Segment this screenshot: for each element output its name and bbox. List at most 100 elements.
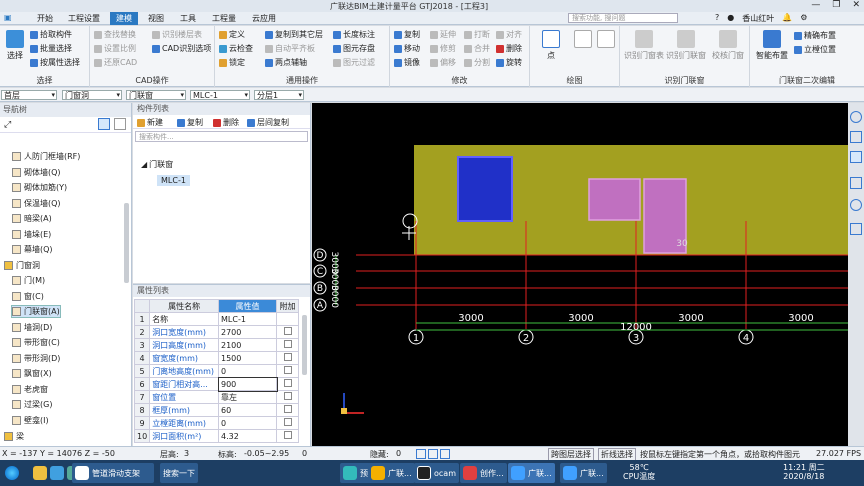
property-extra-checkbox[interactable]: [276, 377, 299, 391]
menu-view[interactable]: 视图: [148, 13, 164, 24]
type-select[interactable]: 门联窗: [126, 90, 186, 100]
zoom-extent-icon[interactable]: [850, 177, 862, 189]
nav-item[interactable]: 门联窗(A): [11, 305, 61, 318]
select-big-button[interactable]: 选择: [3, 30, 27, 61]
nav-item[interactable]: 门窗洞: [4, 260, 40, 271]
status-toggle-icons[interactable]: [416, 449, 450, 459]
set-scale-button[interactable]: 设置比例: [94, 43, 136, 54]
property-value[interactable]: 4.32: [218, 429, 277, 443]
property-value[interactable]: 900: [217, 376, 278, 392]
property-value[interactable]: 0: [218, 416, 277, 430]
list-view-icon[interactable]: [98, 118, 110, 130]
settings-icon[interactable]: ⚙: [800, 13, 807, 24]
property-value[interactable]: 1500: [218, 351, 277, 365]
property-extra-checkbox[interactable]: [276, 429, 299, 443]
recognize-floor-table-button[interactable]: 识别楼层表: [152, 29, 202, 40]
point-draw-button[interactable]: 点: [540, 30, 562, 61]
close-button[interactable]: ✕: [852, 0, 860, 10]
precise-place-button[interactable]: 精确布置: [794, 30, 836, 41]
split-button[interactable]: 分割: [464, 57, 490, 68]
property-row[interactable]: 8 框厚(mm) 60: [133, 403, 299, 417]
frame-position-button[interactable]: 立樘位置: [794, 44, 836, 55]
interfloor-copy-button[interactable]: 层间复制: [247, 117, 289, 128]
menu-cloud[interactable]: 云应用: [252, 13, 276, 24]
property-extra-checkbox[interactable]: [276, 364, 299, 378]
nav-item[interactable]: 过梁(G): [12, 399, 52, 410]
nav-item[interactable]: 老虎窗: [12, 384, 48, 395]
nav-item[interactable]: 梁: [4, 431, 24, 442]
minimize-button[interactable]: —: [811, 0, 820, 10]
nav-item[interactable]: 墙洞(D): [12, 322, 52, 333]
feature-search-input[interactable]: 搜索功能, 搜问题: [568, 13, 678, 23]
taskbar-gld-2[interactable]: 广联...: [508, 463, 555, 483]
delete-component-button[interactable]: 删除: [213, 117, 239, 128]
nav-item[interactable]: 保温墙(Q): [12, 198, 61, 209]
menu-tools[interactable]: 工具: [180, 13, 196, 24]
floor-select[interactable]: 首层: [1, 90, 57, 100]
property-value[interactable]: 0: [218, 364, 277, 378]
taskbar-create[interactable]: 创作...: [460, 463, 507, 483]
extend-button[interactable]: 延伸: [430, 29, 456, 40]
property-row[interactable]: 7 窗位置 靠左: [133, 390, 299, 404]
break-button[interactable]: 打断: [464, 29, 490, 40]
check-door-window-button[interactable]: 校核门窗: [708, 30, 748, 61]
property-extra-checkbox[interactable]: [276, 325, 299, 339]
element-filter-button[interactable]: 图元过滤: [333, 57, 375, 68]
menu-quantity[interactable]: 工程量: [212, 13, 236, 24]
copy-to-floor-button[interactable]: 复制到其它层: [265, 29, 323, 40]
drawing-canvas[interactable]: 30DDCCBBAA123453000300030003000120003000…: [312, 103, 864, 446]
recognize-door-window-button[interactable]: 识别门联窗: [666, 30, 706, 61]
lock-button[interactable]: 锁定: [219, 57, 245, 68]
category-select[interactable]: 门窗洞: [62, 90, 122, 100]
taskbar-search[interactable]: 搜索一下: [160, 463, 198, 483]
property-row[interactable]: 4 窗宽度(mm) 1500: [133, 351, 299, 365]
nav-item[interactable]: 砌体加筋(Y): [12, 182, 67, 193]
taskbar-gld-3[interactable]: 广联...: [560, 463, 607, 483]
taskbar-preview[interactable]: 预: [340, 463, 371, 483]
app-logo-icon[interactable]: ▣: [4, 13, 12, 22]
props-scrollbar[interactable]: [302, 315, 307, 375]
nav-item[interactable]: 砌体墙(Q): [12, 167, 61, 178]
merge-button[interactable]: 合并: [464, 43, 490, 54]
align-button[interactable]: 对齐: [496, 29, 522, 40]
nav-item[interactable]: 人防门框墙(RF): [12, 151, 80, 162]
mirror-button[interactable]: 镜像: [394, 57, 420, 68]
nav-item[interactable]: 带形洞(D): [12, 353, 60, 364]
tree-root[interactable]: ◢ 门联窗: [141, 159, 173, 170]
nav-item[interactable]: 门(M): [12, 275, 45, 286]
taskbar-gld-1[interactable]: 广联...: [368, 463, 415, 483]
find-replace-button[interactable]: 查找替换: [94, 29, 136, 40]
property-row[interactable]: 1 名称 MLC-1: [133, 312, 299, 326]
auto-align-slab-button[interactable]: 自动平齐板: [265, 43, 315, 54]
start-button[interactable]: [2, 463, 22, 483]
property-extra-checkbox[interactable]: [276, 390, 299, 404]
menu-start[interactable]: 开始: [37, 13, 53, 24]
maximize-button[interactable]: ❐: [832, 0, 840, 10]
new-component-button[interactable]: 新建: [137, 117, 163, 128]
property-row[interactable]: 2 洞口宽度(mm) 2700: [133, 325, 299, 339]
section-icon[interactable]: [850, 223, 862, 235]
property-row[interactable]: 6 窗距门相对高... 900: [133, 376, 299, 392]
pick-component-button[interactable]: 拾取构件: [30, 29, 72, 40]
recognize-window-table-button[interactable]: 识别门窗表: [624, 30, 664, 61]
nav-scrollbar[interactable]: [124, 203, 129, 283]
user-name[interactable]: 香山红叶: [742, 13, 774, 24]
cloud-check-button[interactable]: 云检查: [219, 43, 253, 54]
nav-item[interactable]: 墙垛(E): [12, 229, 51, 240]
grid-view-icon[interactable]: [114, 118, 126, 130]
property-extra-checkbox[interactable]: [276, 338, 299, 352]
tree-item-mlc-1[interactable]: MLC-1: [157, 175, 190, 186]
copy-component-button[interactable]: 复制: [177, 117, 203, 128]
bell-icon[interactable]: 🔔: [782, 13, 792, 24]
line-draw-button[interactable]: [572, 30, 594, 50]
nav-item[interactable]: 壁龛(I): [12, 415, 49, 426]
nav-item[interactable]: 飘窗(X): [12, 368, 52, 379]
property-extra-checkbox[interactable]: [276, 312, 299, 326]
property-extra-checkbox[interactable]: [276, 416, 299, 430]
rotate-button[interactable]: 旋转: [496, 57, 522, 68]
property-value[interactable]: MLC-1: [218, 312, 277, 326]
save-elements-button[interactable]: 图元存盘: [333, 43, 375, 54]
property-value[interactable]: 靠左: [218, 390, 277, 404]
length-dimension-button[interactable]: 长度标注: [333, 29, 375, 40]
menu-project-settings[interactable]: 工程设置: [68, 13, 100, 24]
